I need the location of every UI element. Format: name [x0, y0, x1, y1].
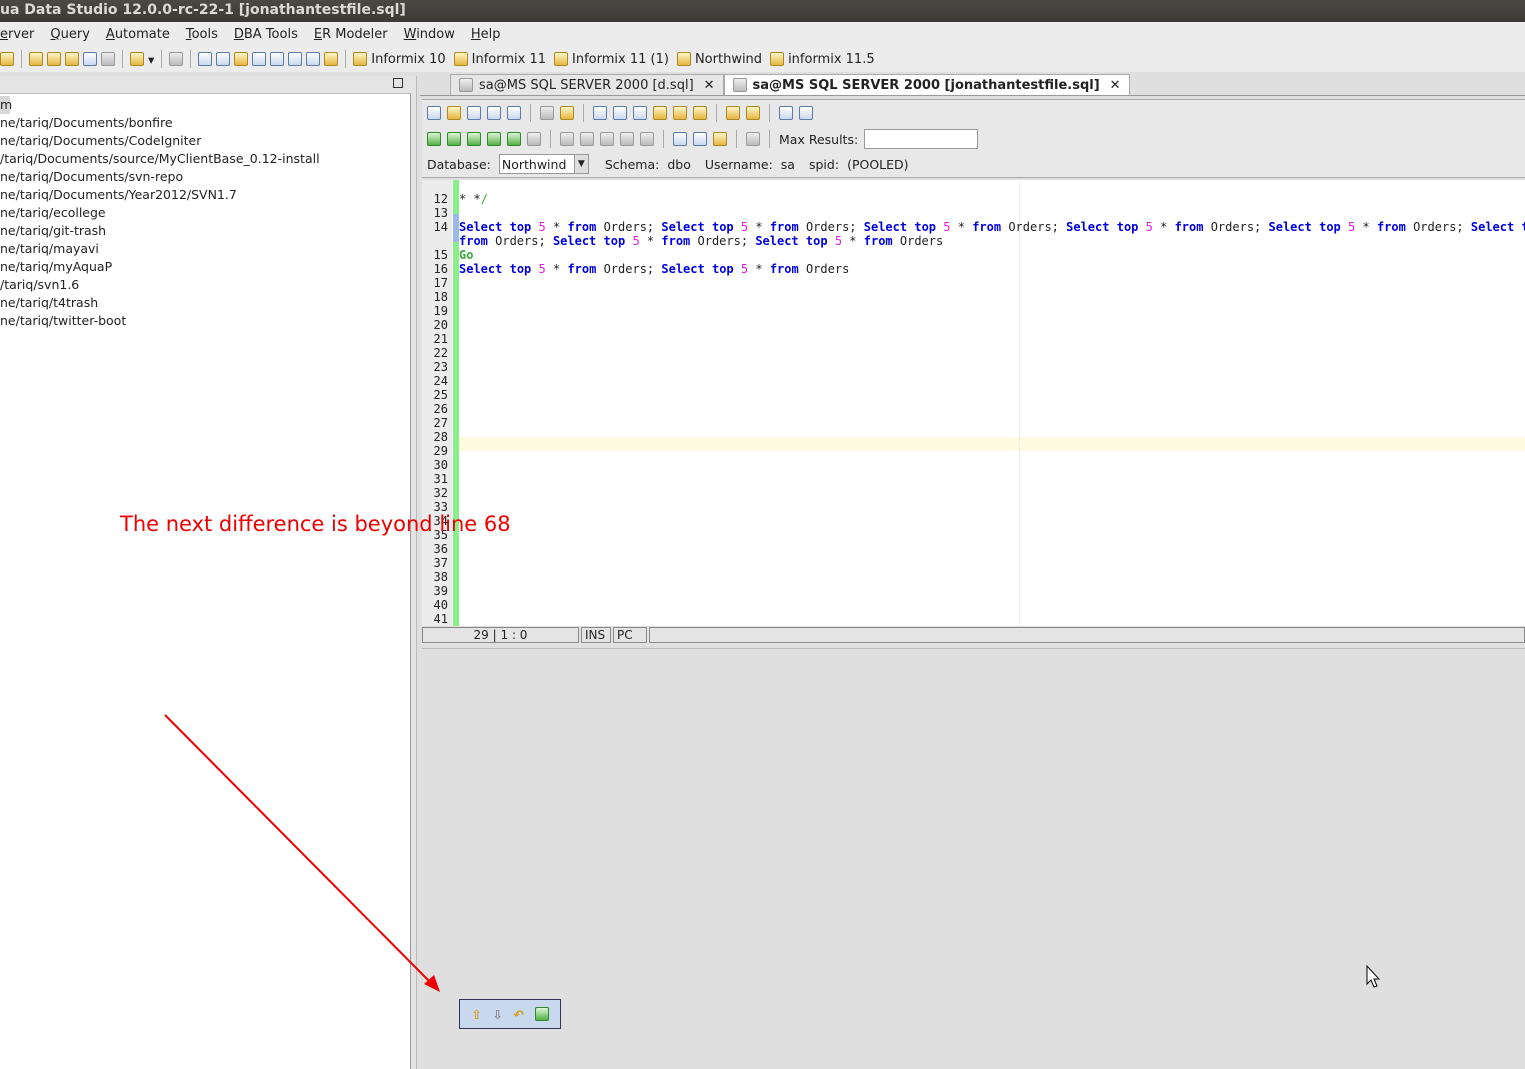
annotation-arrow — [164, 714, 1381, 992]
mouse-cursor-icon — [1366, 964, 1381, 988]
